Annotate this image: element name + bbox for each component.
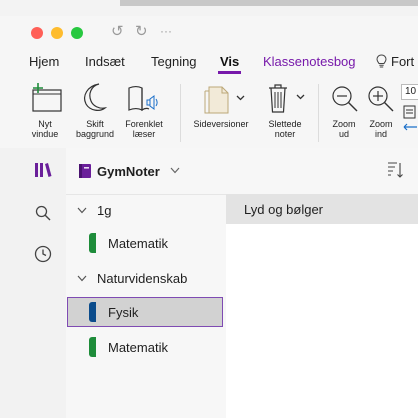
page-title[interactable]: Lyd og bølger bbox=[244, 202, 323, 217]
tab-hjem[interactable]: Hjem bbox=[29, 54, 59, 69]
zoom-out-icon[interactable] bbox=[330, 84, 360, 114]
page-list-panel bbox=[226, 194, 418, 418]
moon-icon[interactable] bbox=[80, 81, 112, 115]
notebook-icon bbox=[79, 164, 91, 178]
ribbon-separator bbox=[318, 84, 319, 142]
new-window-label: Nyt vindue bbox=[31, 119, 59, 139]
tab-vis[interactable]: Vis bbox=[220, 54, 239, 69]
new-window-icon[interactable] bbox=[29, 81, 65, 115]
page-versions-icon[interactable] bbox=[202, 83, 246, 115]
notebook-name[interactable]: GymNoter bbox=[97, 164, 160, 179]
ribbon-separator bbox=[180, 84, 181, 142]
tab-tegning[interactable]: Tegning bbox=[151, 54, 197, 69]
section-group-1g[interactable]: 1g bbox=[97, 203, 111, 218]
recent-clock-icon[interactable] bbox=[34, 245, 52, 263]
section-color-tab bbox=[89, 233, 96, 253]
immersive-reader-label: Forenklet læser bbox=[125, 119, 163, 139]
trash-icon[interactable] bbox=[264, 82, 308, 116]
chevron-down-icon[interactable] bbox=[170, 167, 180, 174]
tab-fortael-mig[interactable]: Fort bbox=[391, 54, 414, 69]
switch-background-label: Skift baggrund bbox=[75, 119, 115, 139]
section-color-tab bbox=[89, 302, 96, 322]
section-group-naturvidenskab[interactable]: Naturvidenskab bbox=[97, 271, 187, 286]
zoom-level-box[interactable]: 10 bbox=[401, 84, 418, 100]
active-tab-indicator bbox=[218, 71, 241, 74]
zoom-out-label: Zoom ud bbox=[332, 119, 356, 139]
tab-indsaet[interactable]: Indsæt bbox=[85, 54, 125, 69]
search-icon[interactable] bbox=[35, 205, 51, 221]
zoom-window-button[interactable] bbox=[71, 27, 83, 39]
zoom-in-icon[interactable] bbox=[366, 84, 396, 114]
page-width-icon[interactable] bbox=[403, 105, 418, 135]
window-top-strip bbox=[0, 0, 418, 16]
chevron-down-icon[interactable] bbox=[77, 207, 87, 214]
minimize-window-button[interactable] bbox=[51, 27, 63, 39]
deleted-notes-label: Slettede noter bbox=[268, 119, 302, 139]
zoom-level-value: 10 bbox=[405, 86, 417, 97]
page-versions-label: Sideversioner bbox=[193, 119, 249, 129]
notebooks-icon[interactable] bbox=[34, 162, 52, 178]
more-commands-icon[interactable]: ··· bbox=[160, 24, 172, 38]
close-window-button[interactable] bbox=[31, 27, 43, 39]
sort-icon[interactable] bbox=[387, 161, 403, 179]
section-color-tab bbox=[89, 337, 96, 357]
undo-icon[interactable]: ↺ bbox=[111, 22, 124, 40]
lightbulb-icon bbox=[376, 54, 387, 68]
navigation-rail bbox=[0, 148, 66, 418]
chevron-down-icon[interactable] bbox=[77, 275, 87, 282]
section-item-fysik[interactable]: Fysik bbox=[108, 305, 138, 320]
zoom-in-label: Zoom ind bbox=[369, 119, 393, 139]
section-item-matematik[interactable]: Matematik bbox=[108, 340, 168, 355]
immersive-reader-icon[interactable] bbox=[126, 82, 162, 116]
redo-icon[interactable]: ↻ bbox=[135, 22, 148, 40]
tab-klassenotesbog[interactable]: Klassenotesbog bbox=[263, 54, 356, 69]
background-window-fragment bbox=[120, 0, 418, 6]
section-item-matematik[interactable]: Matematik bbox=[108, 236, 168, 251]
